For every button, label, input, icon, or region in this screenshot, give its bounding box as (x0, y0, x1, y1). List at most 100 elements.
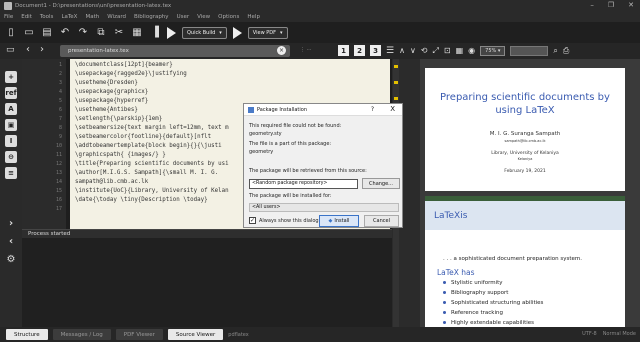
grid-icon[interactable]: ▦ (456, 46, 464, 55)
run-build-icon[interactable] (167, 26, 176, 39)
menu-math[interactable]: Math (85, 14, 99, 20)
fit-page-icon[interactable]: ⊡ (444, 46, 451, 55)
slide-bullet: Reference tracking (443, 310, 503, 316)
maximize-icon[interactable]: ❐ (608, 1, 614, 9)
menu-file[interactable]: File (4, 14, 13, 20)
page-button-2[interactable]: 2 (354, 45, 365, 56)
menu-view[interactable]: View (197, 14, 210, 20)
new-file-icon[interactable]: ▯ (5, 27, 17, 39)
page-button-3[interactable]: 3 (370, 45, 381, 56)
build-select[interactable]: Quick Build ▾ (182, 26, 227, 39)
minimize-icon[interactable]: – (590, 1, 594, 9)
install-button[interactable]: ◆ Install (319, 215, 359, 227)
help-icon[interactable]: ? (371, 106, 374, 113)
line-number: 10 (55, 143, 62, 149)
package-icon (248, 106, 254, 113)
secondary-bar: ▭ ‹ › presentation-latex.tex × ⋮ ⋯ 1 2 3… (0, 43, 640, 59)
settings-icon[interactable]: ⚙ (5, 253, 17, 265)
page-button-1[interactable]: 1 (338, 45, 349, 56)
sync-icon[interactable]: ⟲ (421, 46, 428, 55)
magnifier-icon[interactable]: ◉ (468, 46, 475, 55)
zoom-select[interactable]: 75% ▾ (480, 45, 506, 56)
labels-icon[interactable]: ref (5, 87, 17, 99)
messages-log-button[interactable]: Messages / Log (52, 329, 111, 340)
code-line: \author[M.I.G.S. Sampath]{\small M. I. G… (75, 170, 219, 176)
menu-options[interactable]: Options (218, 14, 239, 20)
editor-tab[interactable]: presentation-latex.tex × (60, 45, 290, 57)
code-line: \usetheme{Antibes} (75, 107, 138, 113)
line-number: 8 (58, 125, 62, 131)
code-line: \usepackage{ragged2e}\justifying (75, 71, 187, 77)
cancel-button[interactable]: Cancel (364, 215, 399, 227)
dialog-titlebar: Package Installation ? X (244, 104, 402, 116)
prev-page-icon[interactable]: ∧ (399, 46, 405, 55)
view-select[interactable]: View PDF ▾ (247, 26, 288, 39)
close-tab-icon[interactable]: × (277, 46, 286, 55)
line-number: 7 (58, 116, 62, 122)
menu-tools[interactable]: Tools (40, 14, 54, 20)
menu-edit[interactable]: Edit (21, 14, 32, 20)
menu-user[interactable]: User (177, 14, 190, 20)
structure-button[interactable]: Structure (6, 329, 48, 340)
paste-icon[interactable]: ▦ (131, 27, 143, 39)
view-pdf-icon[interactable] (232, 26, 242, 39)
encoding-label[interactable]: UTF-8 (582, 331, 597, 337)
slide-title-line: Preparing scientific documents by (440, 92, 610, 103)
undo-icon[interactable]: ↶ (59, 27, 71, 39)
package-installation-dialog: Package Installation ? X This required f… (243, 103, 403, 228)
chevron-left-icon[interactable]: ‹ (5, 235, 17, 247)
symbols-icon[interactable]: ⊖ (5, 151, 17, 163)
menu-latex[interactable]: LaTeX (61, 14, 77, 20)
list-icon[interactable]: ≡ (5, 167, 17, 179)
slide-author: M. I. G. Suranga Sampath (489, 131, 561, 137)
back-icon[interactable]: ‹ (26, 44, 30, 55)
pdf-page-2: LaTeXis . . . a sophisticated document p… (425, 196, 625, 327)
line-number: 4 (58, 89, 62, 95)
next-page-icon[interactable]: ∨ (410, 46, 416, 55)
structure-icon[interactable]: + (5, 71, 17, 83)
math-icon[interactable]: A (5, 103, 17, 115)
dialog-text: The package will be installed for: (249, 193, 332, 199)
bookmarks-icon[interactable]: ▣ (5, 119, 17, 131)
status-right: UTF-8 Normal Mode (582, 331, 636, 337)
save-icon[interactable]: ▤ (41, 27, 53, 39)
toggle-icon[interactable]: ▐ (149, 27, 161, 39)
document-icon (4, 1, 12, 10)
print-icon[interactable]: ⎙ (563, 46, 569, 56)
code-line: \documentclass[12pt]{beamer} (75, 62, 173, 68)
source-viewer-button[interactable]: Source Viewer (167, 329, 224, 340)
code-line: \usepackage{hyperref} (75, 98, 149, 104)
pdf-controls: 1 2 3 ☰ ∧ ∨ ⟲ ⤢ ⊡ ▦ ◉ 75% ▾ ⌕ ⎙ (338, 45, 569, 56)
forward-icon[interactable]: › (40, 44, 44, 55)
search-icon[interactable]: ⌕ (553, 46, 557, 56)
fit-width-icon[interactable]: ⤢ (433, 46, 439, 56)
marker (394, 97, 398, 100)
line-number: 12 (55, 161, 62, 167)
cut-icon[interactable]: ✂ (113, 27, 125, 39)
pdf-viewer-button[interactable]: PDF Viewer (115, 329, 163, 340)
code-line: sampath@lib.cmb.ac.lk (75, 179, 149, 185)
menu-icon[interactable]: ☰ (386, 46, 394, 56)
italic-icon[interactable]: I (5, 135, 17, 147)
menu-bibliography[interactable]: Bibliography (134, 14, 169, 20)
pdf-search-input[interactable] (510, 45, 549, 56)
open-folder-icon[interactable]: ▭ (23, 27, 35, 39)
left-sidebar: + ref A ▣ I ⊖ ≡ › ‹ ⚙ (0, 59, 22, 327)
menu-wizard[interactable]: Wizard (107, 14, 126, 20)
install-for-select[interactable]: <All users> (249, 203, 399, 212)
redo-icon[interactable]: ↷ (77, 27, 89, 39)
sidebar-toggle-icon[interactable]: ▭ (6, 45, 15, 55)
slide-date: February 19, 2021 (504, 169, 546, 174)
dialog-close-icon[interactable]: X (390, 105, 395, 113)
chevron-right-icon[interactable]: › (5, 217, 17, 229)
zoom-value: 75% (485, 47, 497, 54)
menu-help[interactable]: Help (247, 14, 260, 20)
mode-label[interactable]: Normal Mode (603, 331, 636, 337)
code-line: \setbeamersize{text margin left=12mm, te… (75, 125, 229, 131)
source-field[interactable]: <Random package repository> (249, 179, 358, 189)
close-icon[interactable]: ✕ (628, 1, 634, 9)
always-show-checkbox[interactable]: ✓ (249, 217, 256, 224)
code-line: \setlength{\parskip}{1em} (75, 116, 163, 122)
copy-icon[interactable]: ⧉ (95, 27, 107, 39)
change-button[interactable]: Change... (362, 178, 400, 189)
